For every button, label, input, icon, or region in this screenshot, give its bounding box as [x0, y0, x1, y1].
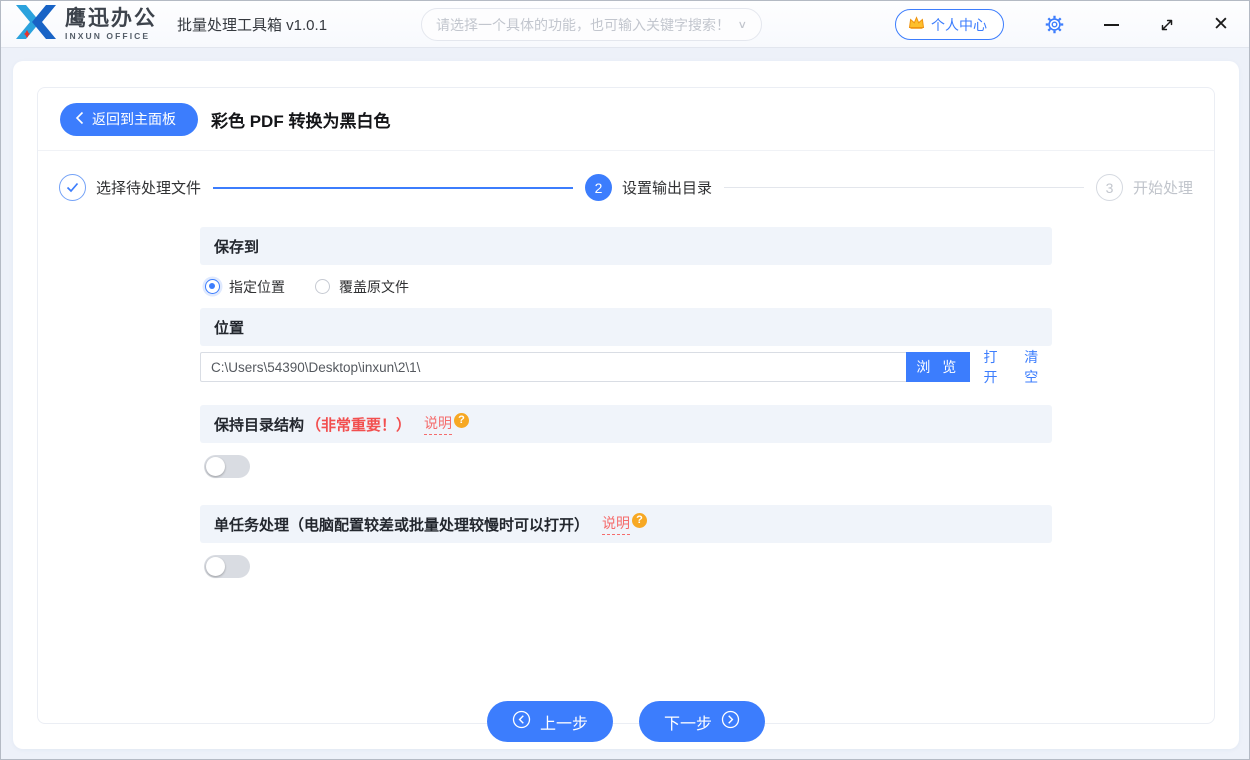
titlebar-controls: 个人中心 ✕ [895, 1, 1249, 48]
question-mark-icon[interactable]: ? [454, 412, 470, 428]
app-window: 鹰迅办公 INXUN OFFICE 批量处理工具箱 v1.0.1 ∨ 个人中心 [0, 0, 1250, 760]
keep-structure-toggle-row [200, 443, 1052, 489]
circle-arrow-left-icon [512, 710, 531, 734]
next-step-button[interactable]: 下一步 [639, 701, 766, 742]
restore-icon [1161, 19, 1173, 30]
tool-header-row: 返回到主面板 彩色 PDF 转换为黑白色 [38, 88, 1214, 151]
location-header-label: 位置 [214, 319, 245, 337]
previous-step-button[interactable]: 上一步 [486, 701, 613, 742]
minimize-button[interactable] [1099, 23, 1123, 26]
chevron-left-icon [75, 111, 84, 128]
step-2-number: 2 [585, 174, 612, 201]
user-center-label: 个人中心 [931, 16, 987, 33]
clear-path-link[interactable]: 清空 [1024, 347, 1052, 387]
radio-specified-location[interactable]: 指定位置 [205, 277, 285, 297]
radio-specified-location-label: 指定位置 [229, 278, 285, 295]
location-header: 位置 [200, 308, 1052, 346]
toggle-knob [206, 556, 225, 576]
chevron-down-icon: ∨ [737, 18, 747, 31]
single-task-label: 单任务处理（电脑配置较差或批量处理较慢时可以打开） [214, 516, 590, 534]
titlebar: 鹰迅办公 INXUN OFFICE 批量处理工具箱 v1.0.1 ∨ 个人中心 [1, 1, 1249, 48]
browse-button[interactable]: 浏 览 [906, 352, 971, 382]
app-title: 批量处理工具箱 v1.0.1 [177, 16, 328, 34]
wizard-nav-buttons: 上一步 下一步 [13, 701, 1239, 742]
tool-card: 返回到主面板 彩色 PDF 转换为黑白色 选择待处理文件 2 设置输出目录 3 … [37, 87, 1215, 724]
single-task-toggle[interactable] [204, 554, 250, 578]
save-to-options: 指定位置 覆盖原文件 [200, 265, 1052, 308]
single-task-header: 单任务处理（电脑配置较差或批量处理较慢时可以打开） 说明 ? [200, 505, 1052, 543]
radio-overwrite-original[interactable]: 覆盖原文件 [315, 277, 409, 297]
logo-english-name: INXUN OFFICE [65, 30, 151, 41]
previous-step-label: 上一步 [539, 715, 588, 733]
close-button[interactable]: ✕ [1209, 13, 1233, 36]
location-row: 浏 览 打开 清空 [200, 347, 1052, 387]
step-2-output-dir: 2 设置输出目录 [585, 174, 712, 201]
restore-button[interactable] [1155, 17, 1179, 33]
back-to-dashboard-button[interactable]: 返回到主面板 [60, 102, 198, 136]
circle-arrow-right-icon [721, 710, 740, 734]
next-step-label: 下一步 [664, 715, 713, 733]
close-icon: ✕ [1213, 14, 1229, 35]
user-center-button[interactable]: 个人中心 [895, 9, 1004, 40]
save-to-header-label: 保存到 [214, 238, 260, 256]
search-input[interactable] [436, 16, 732, 33]
step-1-check-icon [59, 174, 86, 201]
single-task-toggle-row [200, 543, 1052, 589]
app-logo: 鹰迅办公 INXUN OFFICE [15, 4, 157, 45]
question-mark-icon[interactable]: ? [632, 512, 648, 528]
step-3-number: 3 [1096, 174, 1123, 201]
keep-structure-label: 保持目录结构 [214, 416, 305, 434]
keep-structure-help-link[interactable]: 说明 [424, 413, 453, 435]
function-search-select[interactable]: ∨ [421, 8, 762, 41]
logo-text: 鹰迅办公 INXUN OFFICE [65, 8, 157, 41]
keep-structure-warning: （非常重要！） [306, 416, 412, 434]
toggle-knob [206, 456, 225, 476]
back-button-label: 返回到主面板 [92, 111, 176, 127]
step-1-select-files: 选择待处理文件 [59, 174, 201, 201]
step-3-label: 开始处理 [1133, 180, 1194, 197]
logo-chinese-name: 鹰迅办公 [65, 6, 157, 30]
step-2-label: 设置输出目录 [622, 180, 713, 197]
single-task-help-link[interactable]: 说明 [602, 513, 631, 535]
step-1-label: 选择待处理文件 [96, 180, 202, 197]
logo-x-icon [15, 4, 57, 45]
step-connector-done [213, 186, 573, 189]
step-3-start: 3 开始处理 [1096, 174, 1193, 201]
radio-overwrite-original-label: 覆盖原文件 [339, 278, 409, 295]
radio-selected-icon [205, 279, 220, 294]
keep-structure-toggle[interactable] [204, 454, 250, 478]
output-path-input[interactable] [200, 352, 907, 382]
open-folder-link[interactable]: 打开 [983, 347, 1011, 387]
radio-unselected-icon [315, 279, 330, 294]
main-panel: 返回到主面板 彩色 PDF 转换为黑白色 选择待处理文件 2 设置输出目录 3 … [13, 61, 1239, 749]
step-connector-todo [724, 187, 1084, 188]
crown-icon [908, 16, 925, 33]
minimize-icon [1103, 23, 1119, 26]
step-indicator: 选择待处理文件 2 设置输出目录 3 开始处理 [38, 151, 1214, 224]
form-content: 保存到 指定位置 覆盖原文件 位置 浏 [200, 227, 1052, 589]
save-to-header: 保存到 [200, 227, 1052, 265]
page-title: 彩色 PDF 转换为黑白色 [211, 111, 391, 131]
keep-structure-header: 保持目录结构 （非常重要！） 说明 ? [200, 405, 1052, 443]
settings-gear-icon[interactable] [1041, 14, 1067, 35]
